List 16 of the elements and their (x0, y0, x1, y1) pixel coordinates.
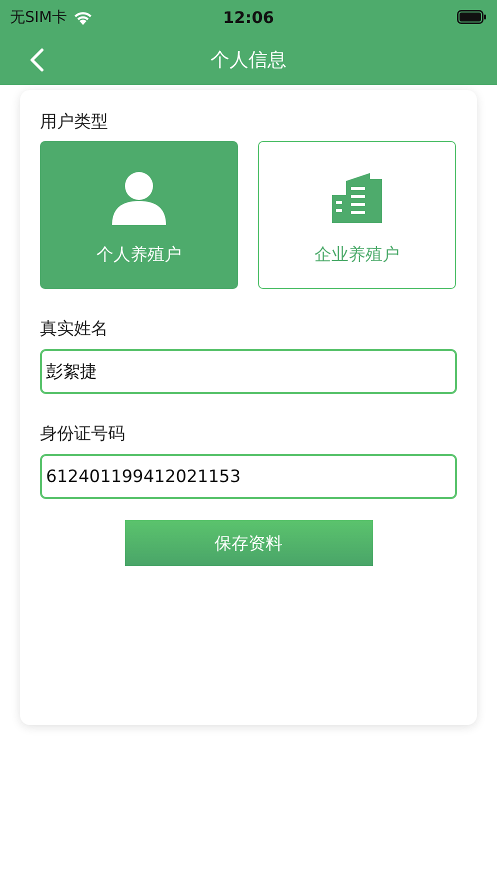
battery-icon (457, 10, 487, 24)
field-label: 用户类型 (40, 112, 109, 132)
carrier-text: 无SIM卡 (10, 8, 67, 26)
field-label: 身份证号码 (40, 424, 126, 444)
back-icon[interactable] (30, 48, 44, 72)
building-icon (330, 170, 384, 224)
status-time: 12:06 (222, 8, 275, 26)
wifi-icon (72, 10, 93, 24)
save-button[interactable]: 保存资料 (124, 520, 372, 566)
person-icon (111, 170, 167, 224)
input-field[interactable]: 彭絮捷 (40, 349, 457, 394)
input-field[interactable]: 612401199412021153 (40, 454, 457, 499)
user-type-option[interactable]: 企业养殖户 (258, 141, 456, 289)
page-title: 个人信息 (210, 48, 286, 72)
field-label: 真实姓名 (40, 319, 109, 339)
user-type-option[interactable]: 个人养殖户 (40, 141, 238, 289)
